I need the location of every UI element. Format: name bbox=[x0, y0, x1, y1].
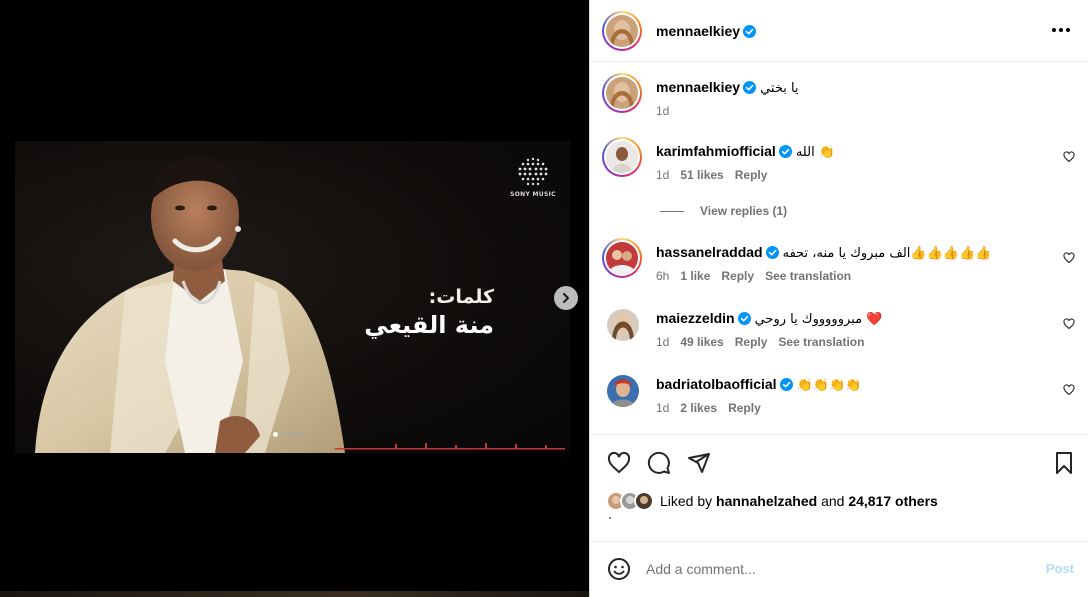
reply-button[interactable]: Reply bbox=[735, 168, 768, 182]
post-image[interactable]: SONY MUSIC كلمات: منة القيعي bbox=[15, 141, 570, 453]
reply-button[interactable]: Reply bbox=[735, 335, 768, 349]
header-username[interactable]: mennaelkiey bbox=[656, 23, 740, 39]
header-user[interactable]: mennaelkiey bbox=[656, 23, 757, 39]
liker-username[interactable]: hannahelzahed bbox=[716, 493, 817, 509]
likes-others[interactable]: 24,817 others bbox=[848, 493, 938, 509]
next-slide-button[interactable] bbox=[554, 286, 578, 310]
lyricist-name: منة القيعي bbox=[364, 311, 494, 339]
comment-username[interactable]: maiezzeldin bbox=[656, 310, 735, 326]
sony-music-text: SONY MUSIC bbox=[510, 191, 556, 198]
carousel-indicator bbox=[273, 432, 302, 437]
caption-time[interactable]: 1d bbox=[656, 104, 669, 118]
like-comment-heart-icon[interactable] bbox=[1063, 252, 1075, 264]
share-icon[interactable] bbox=[687, 451, 711, 475]
comment-time[interactable]: 1d bbox=[656, 401, 669, 415]
comment-avatar[interactable] bbox=[602, 238, 642, 278]
comment-time[interactable]: 6h bbox=[656, 269, 669, 283]
like-comment-heart-icon[interactable] bbox=[1063, 151, 1075, 163]
comment-avatar[interactable] bbox=[607, 309, 639, 341]
more-options-icon[interactable] bbox=[1052, 28, 1070, 32]
background-strip bbox=[0, 591, 589, 597]
caption-avatar[interactable] bbox=[602, 73, 642, 113]
sony-music-logo: SONY MUSIC bbox=[509, 155, 557, 199]
caption-line: mennaelkiey يا بختي bbox=[656, 79, 799, 96]
reply-button[interactable]: Reply bbox=[728, 401, 761, 415]
comment-likes[interactable]: 1 like bbox=[680, 269, 710, 283]
comment-username[interactable]: badriatolbaofficial bbox=[656, 376, 777, 392]
comment-input[interactable] bbox=[646, 556, 1026, 582]
caption-username[interactable]: mennaelkiey bbox=[656, 79, 740, 95]
carousel-dot bbox=[297, 432, 302, 437]
heart-icon[interactable] bbox=[607, 451, 631, 475]
divider-dot bbox=[609, 517, 611, 519]
post-side-panel: mennaelkiey mennaelkiey يا بختي 1d karim… bbox=[589, 0, 1088, 597]
comment-likes[interactable]: 51 likes bbox=[680, 168, 723, 182]
chevron-right-icon bbox=[563, 293, 569, 303]
verified-badge-icon bbox=[778, 145, 792, 158]
comment-text: مبروووووك يا روحي ❤️ bbox=[754, 312, 883, 327]
comment-composer: Post bbox=[590, 541, 1088, 597]
comment-username[interactable]: hassanelraddad bbox=[656, 244, 763, 260]
comment-username[interactable]: karimfahmiofficial bbox=[656, 143, 776, 159]
verified-badge-icon bbox=[765, 246, 779, 259]
comment-text: 👏👏👏👏 bbox=[796, 378, 862, 393]
bookmark-icon[interactable] bbox=[1052, 451, 1076, 475]
comment-time[interactable]: 1d bbox=[656, 168, 669, 182]
verified-badge-icon bbox=[743, 25, 757, 38]
carousel-dot bbox=[273, 432, 278, 437]
media-pane: SONY MUSIC كلمات: منة القيعي bbox=[0, 0, 589, 597]
verified-badge-icon bbox=[743, 81, 757, 94]
post-header: mennaelkiey bbox=[590, 0, 1088, 62]
see-translation-button[interactable]: See translation bbox=[765, 269, 851, 283]
comment-avatar[interactable] bbox=[607, 375, 639, 407]
carousel-dot bbox=[281, 432, 286, 437]
likes-prefix: Liked by bbox=[660, 493, 717, 509]
emoji-icon[interactable] bbox=[607, 557, 631, 581]
view-replies-button[interactable]: View replies (1) bbox=[660, 204, 787, 218]
verified-badge-icon bbox=[737, 312, 751, 325]
see-translation-button[interactable]: See translation bbox=[778, 335, 864, 349]
comment-likes[interactable]: 49 likes bbox=[680, 335, 723, 349]
liker-avatars bbox=[606, 491, 654, 511]
caption-meta: 1d bbox=[656, 104, 680, 118]
like-comment-heart-icon[interactable] bbox=[1063, 384, 1075, 396]
comments-list[interactable]: mennaelkiey يا بختي 1d karimfahmiofficial… bbox=[590, 62, 1088, 434]
comment-text: الف مبروك يا منه، تحفه👍👍👍👍👍 bbox=[782, 246, 992, 261]
comment-likes[interactable]: 2 likes bbox=[680, 401, 717, 415]
verified-badge-icon bbox=[779, 378, 793, 391]
header-avatar[interactable] bbox=[602, 11, 642, 51]
post-button[interactable]: Post bbox=[1046, 561, 1074, 576]
caption-text: يا بختي bbox=[760, 81, 799, 96]
likes-middle: and bbox=[817, 493, 849, 509]
post-actions: Liked by hannahelzahed and 24,817 others bbox=[590, 434, 1088, 534]
comment-time[interactable]: 1d bbox=[656, 335, 669, 349]
lyrics-label: كلمات: bbox=[428, 286, 494, 308]
reply-button[interactable]: Reply bbox=[721, 269, 754, 283]
comment-avatar[interactable] bbox=[602, 137, 642, 177]
carousel-dot bbox=[289, 432, 294, 437]
comment-text: الله 👏 bbox=[795, 145, 836, 160]
likes-summary[interactable]: Liked by hannahelzahed and 24,817 others bbox=[606, 491, 938, 511]
like-comment-heart-icon[interactable] bbox=[1063, 318, 1075, 330]
comment-icon[interactable] bbox=[647, 451, 671, 475]
view-replies-label[interactable]: View replies (1) bbox=[700, 204, 787, 218]
